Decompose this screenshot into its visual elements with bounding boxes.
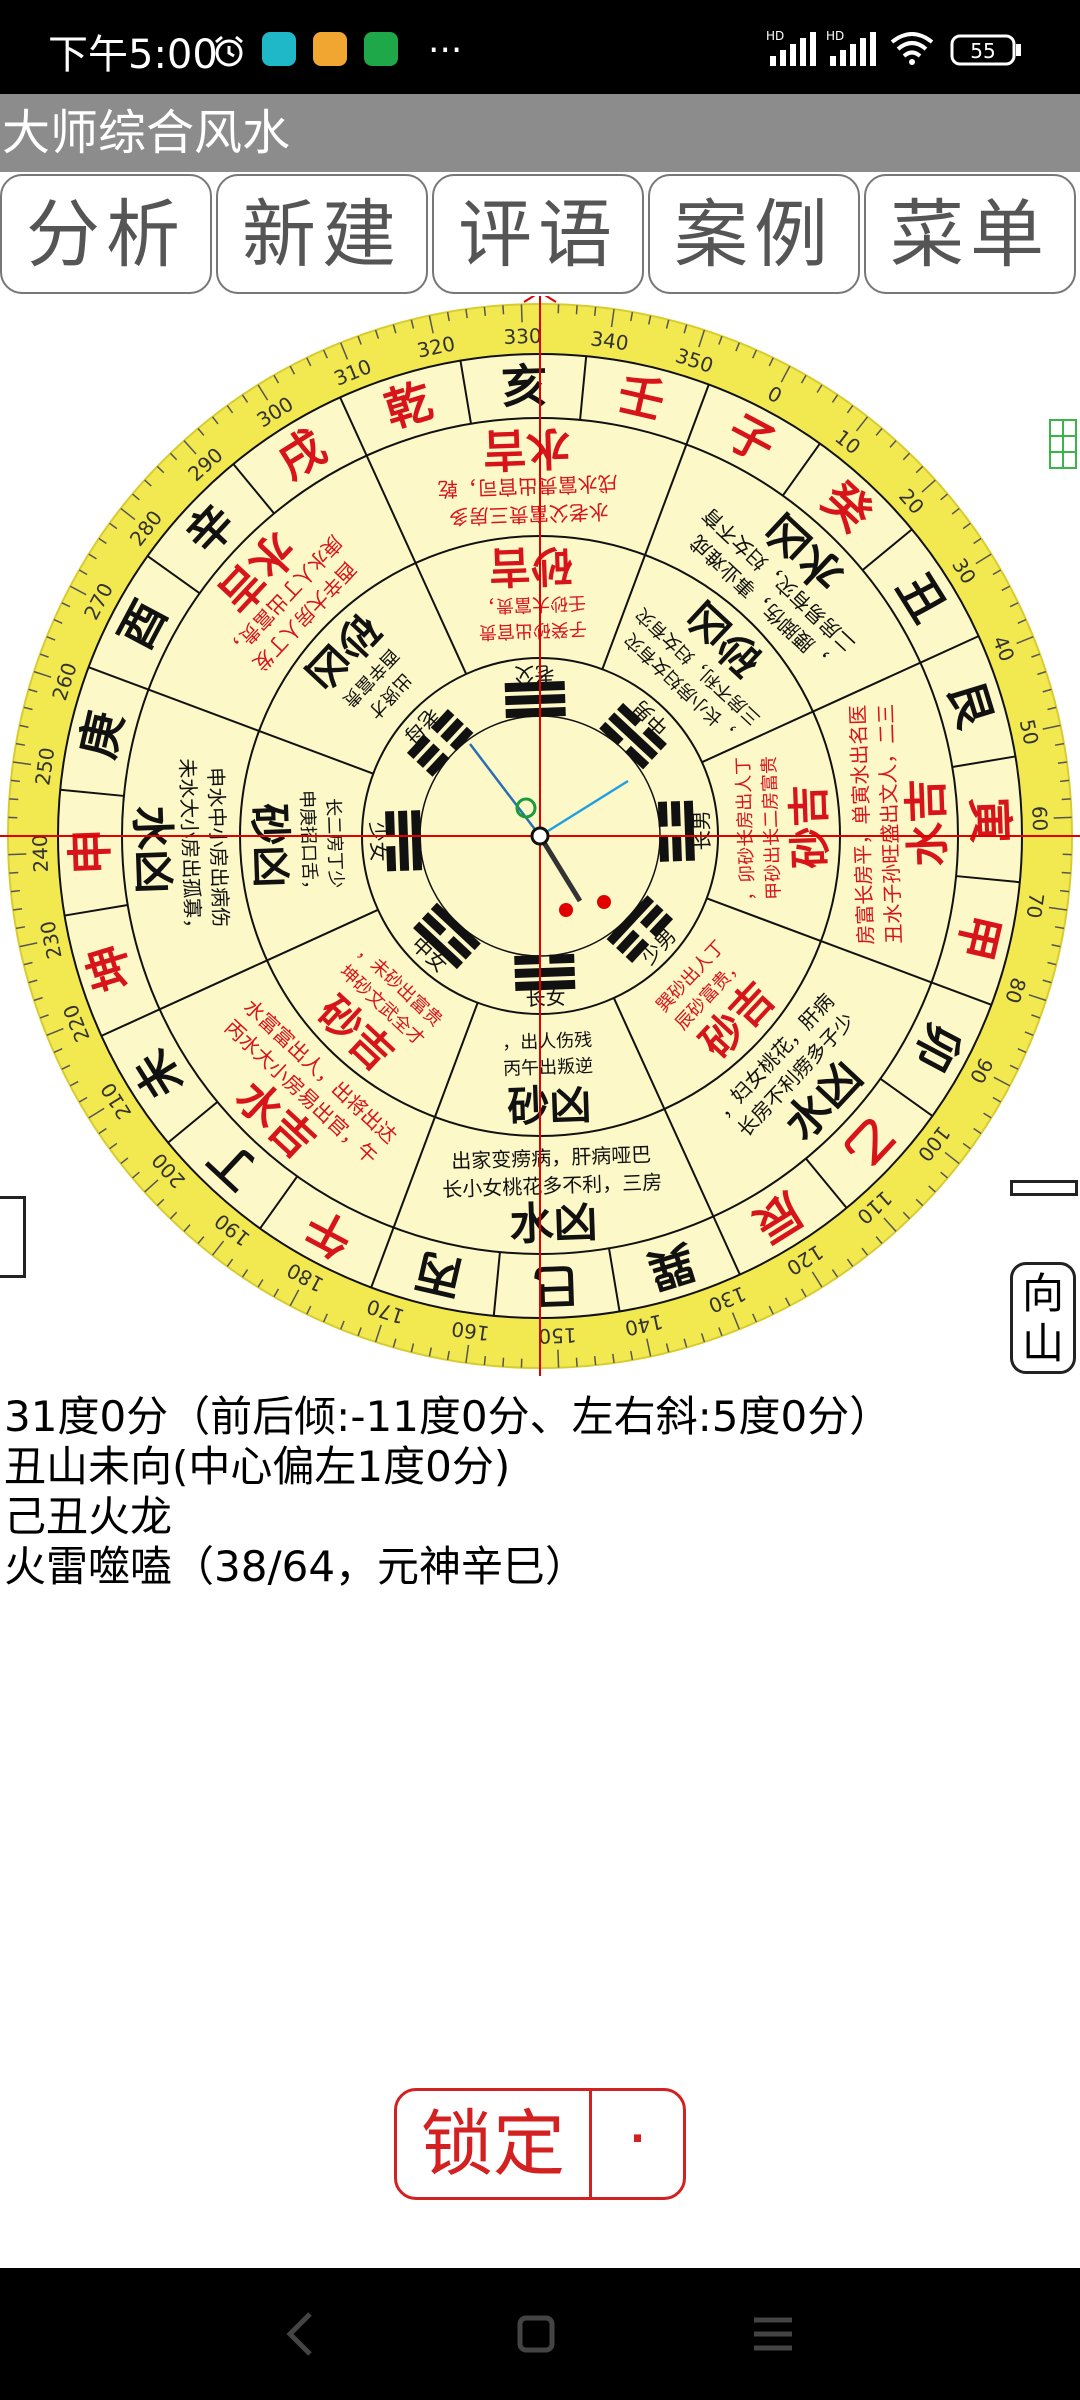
inner-sector-title: 砂凶 [507, 1080, 593, 1132]
inner-sector-text: 丙午出叛逆 [503, 1056, 594, 1080]
trigram-broken-bar [386, 846, 397, 872]
outer-sector-title: 水凶 [509, 1197, 599, 1251]
notes-app-icon [313, 32, 347, 66]
degree-tick [520, 304, 523, 323]
degree-label: 150 [538, 1323, 577, 1348]
recents-icon[interactable] [752, 2314, 794, 2354]
degree-tick [593, 1356, 597, 1366]
degree-tick [1061, 798, 1071, 801]
tab-analysis[interactable]: 分析 [0, 174, 212, 294]
direction-toggle-button[interactable]: 向 山 [1010, 1262, 1076, 1374]
home-app-icon [262, 32, 296, 66]
left-drag-handle[interactable] [0, 1196, 26, 1278]
inner-sector-title: 砂凶 [244, 803, 296, 889]
lock-option-button[interactable]: · [592, 2091, 683, 2197]
dragon-reading: 己丑火龙 [4, 1492, 173, 1541]
degree-tick [1060, 889, 1070, 893]
grid-icon[interactable] [1048, 418, 1078, 470]
outer-sector-title: 水凶 [125, 805, 179, 895]
hexagram-reading: 火雷噬嗑（38/64，元神辛巳） [4, 1542, 588, 1591]
mountain-direction: 丑山未向(中心偏左1度0分) [4, 1442, 511, 1491]
right-drag-handle[interactable] [1010, 1180, 1078, 1196]
signal-icon-2: HD [826, 28, 882, 72]
degree-tick [9, 871, 19, 874]
battery-icon: 55 [950, 34, 1022, 70]
direction-label-front: 向 [1021, 1269, 1064, 1318]
degree-tick [483, 1356, 487, 1366]
luopan-compass[interactable]: 0102030405060708090100110120130140150160… [0, 296, 1080, 1376]
degree-tick [502, 1357, 505, 1367]
inner-sector-text: 子癸砂出官贵 [478, 618, 587, 643]
wifi-icon [890, 30, 934, 70]
degree-label: 60 [1027, 805, 1052, 831]
inner-sector-text: ，出人伤残 [502, 1030, 593, 1054]
degree-tick [593, 306, 597, 316]
inner-sector-text: 申庚招口舌， [296, 790, 321, 899]
tab-new[interactable]: 新建 [216, 174, 428, 294]
phone-app-icon [364, 32, 398, 66]
tab-cases[interactable]: 案例 [648, 174, 860, 294]
mountain-label: 亥 [500, 358, 548, 414]
trigram-broken-bar [549, 953, 575, 964]
svg-text:HD: HD [766, 29, 784, 43]
degree-tick [10, 889, 20, 893]
degree-tick [575, 305, 578, 315]
alarm-icon [212, 34, 246, 72]
degree-tick [1061, 871, 1071, 874]
mountain-label: 寅 [962, 796, 1018, 844]
mountain-label: 巳 [532, 1258, 580, 1314]
trigram-broken-bar [659, 836, 669, 862]
degree-tick [557, 1349, 560, 1368]
angle-reading: 31度0分（前后倾:-11度0分、左右斜:5度0分） [4, 1392, 892, 1441]
status-time: 下午5:00 [48, 32, 218, 78]
inner-sector-title: 砂吉 [784, 784, 836, 870]
degree-tick [1053, 816, 1072, 819]
needle-red-marker-left [559, 903, 573, 917]
trigram-broken-bar [657, 801, 668, 827]
trigram-broken-bar [670, 801, 681, 827]
tab-comments[interactable]: 评语 [432, 174, 644, 294]
direction-label-back: 山 [1021, 1319, 1064, 1368]
outer-sector-title: 水吉 [482, 421, 572, 475]
more-dots-icon: ··· [428, 30, 463, 71]
degree-label: 240 [28, 834, 53, 873]
needle-pivot [530, 826, 550, 846]
trigram-broken-bar [514, 955, 540, 965]
degree-label: 70 [1021, 891, 1048, 920]
outer-sector-title: 水吉 [901, 778, 955, 868]
svg-text:HD: HD [826, 29, 844, 43]
back-icon[interactable] [282, 2308, 318, 2360]
degree-tick [1060, 779, 1070, 783]
mountain-label: 申 [62, 828, 118, 876]
degree-tick [10, 779, 20, 783]
lock-button[interactable]: 锁定 [397, 2091, 589, 2197]
degree-tick [483, 306, 487, 316]
degree-label: 330 [503, 324, 542, 349]
inner-sector-title: 砂吉 [488, 540, 574, 592]
degree-tick [575, 1357, 578, 1367]
lock-control: 锁定 · [394, 2088, 686, 2200]
tab-menu[interactable]: 菜单 [864, 174, 1076, 294]
home-icon[interactable] [516, 2314, 556, 2354]
signal-icon-1: HD [766, 28, 822, 72]
inner-sector-text: 壬砂大富贵， [478, 592, 587, 617]
status-bar: 下午5:00 ··· HD HD 55 [0, 0, 1080, 94]
degree-tick [502, 305, 505, 315]
degree-tick [8, 853, 27, 856]
reading-info: 31度0分（前后倾:-11度0分、左右斜:5度0分） 丑山未向(中心偏左1度0分… [4, 1392, 891, 1592]
degree-tick [9, 798, 19, 801]
battery-level: 55 [970, 39, 995, 63]
toolbar: 分析 新建 评语 案例 菜单 [0, 174, 1080, 296]
needle-red-marker-right [597, 895, 611, 909]
trigram-broken-bar [385, 811, 395, 837]
inner-sector-text: 长二房丁少 [322, 798, 346, 889]
trigram-broken-bar [672, 836, 682, 862]
app-title: 大师综合风水 [0, 94, 1080, 172]
system-nav-bar [0, 2268, 1080, 2400]
